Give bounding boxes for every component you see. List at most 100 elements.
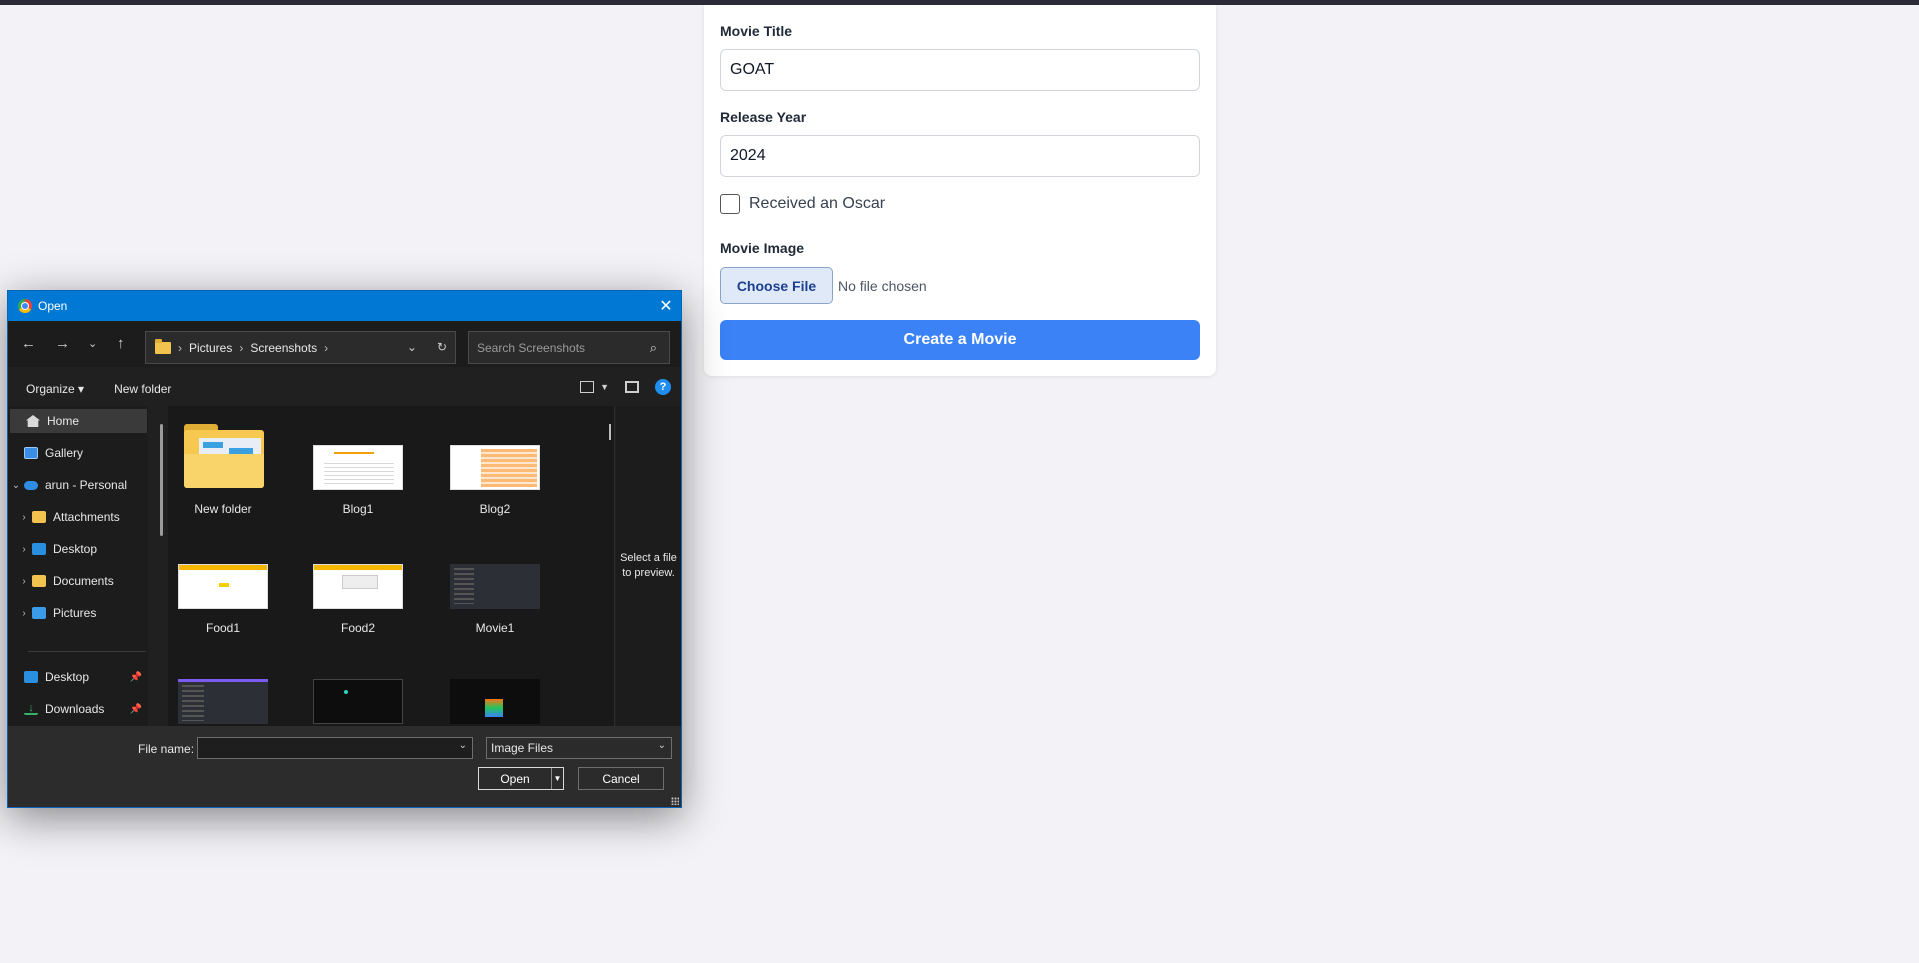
forward-icon[interactable]: → <box>55 335 70 352</box>
file-name: Food1 <box>205 621 241 635</box>
file-name-label: File name: <box>138 742 195 756</box>
movie-image-label: Movie Image <box>720 240 805 256</box>
file-name: Blog2 <box>479 502 511 516</box>
file-name: Blog1 <box>342 502 374 516</box>
open-button[interactable]: Open ▼ <box>478 767 564 790</box>
nav-item-onedrive[interactable]: ⌄ arun - Personal <box>8 473 148 497</box>
pin-icon: 📌 <box>129 671 142 683</box>
recent-dropdown-icon[interactable]: ⌄ <box>88 337 97 350</box>
breadcrumb-screenshots[interactable]: Screenshots <box>250 341 317 355</box>
file-name-input[interactable]: ⌄ <box>197 737 473 759</box>
movie-title-label: Movie Title <box>720 23 793 39</box>
choose-file-button[interactable]: Choose File <box>720 267 833 304</box>
oscar-label: Received an Oscar <box>749 195 886 212</box>
chevron-down-icon: ⌄ <box>657 740 666 751</box>
file-type-select[interactable]: Image Files ⌄ <box>486 737 672 759</box>
file-item[interactable] <box>168 679 278 724</box>
gallery-icon <box>24 447 38 459</box>
movie-title-input[interactable]: GOAT <box>720 49 1200 91</box>
preview-pane-icon[interactable] <box>625 381 639 393</box>
file-item[interactable]: Blog2 <box>440 424 550 516</box>
file-item[interactable]: Food2 <box>303 564 413 635</box>
resize-grip-icon[interactable] <box>671 797 679 805</box>
folder-icon <box>155 338 171 354</box>
nav-item-downloads[interactable]: ↓ Downloads 📌 <box>8 697 148 721</box>
chrome-icon <box>18 299 32 313</box>
open-dropdown-icon[interactable]: ▼ <box>551 768 563 789</box>
file-input: Choose File No file chosen <box>720 267 927 304</box>
close-icon[interactable]: ✕ <box>651 291 681 321</box>
file-name: New folder <box>194 502 252 516</box>
home-icon <box>26 415 40 427</box>
desktop-icon <box>32 543 46 555</box>
file-item[interactable]: New folder <box>168 424 278 516</box>
oscar-checkbox[interactable] <box>720 194 740 214</box>
nav-scrollbar[interactable] <box>160 424 163 536</box>
create-movie-button[interactable]: Create a Movie <box>720 320 1200 360</box>
image-thumbnail <box>450 445 540 490</box>
nav-item-attachments[interactable]: › Attachments <box>8 505 148 529</box>
breadcrumb-pictures[interactable]: Pictures <box>189 341 232 355</box>
address-bar[interactable]: › Pictures › Screenshots › ⌄ ↻ <box>145 331 456 364</box>
no-file-text: No file chosen <box>838 277 927 294</box>
image-thumbnail <box>313 679 403 724</box>
back-icon[interactable]: ← <box>21 335 36 352</box>
open-file-dialog: Open ✕ ← → ⌄ ↑ › Pictures › Screenshots … <box>7 290 682 808</box>
file-item[interactable]: Food1 <box>168 564 278 635</box>
search-placeholder: Search Screenshots <box>477 340 586 355</box>
command-bar: Organize ▾ New folder ▼ ? <box>8 374 681 403</box>
new-folder-button[interactable]: New folder <box>114 382 171 396</box>
desktop-icon <box>24 671 38 683</box>
chevron-down-icon[interactable]: ⌄ <box>8 480 24 491</box>
nav-item-gallery[interactable]: Gallery <box>8 441 148 465</box>
nav-divider <box>28 651 146 652</box>
dialog-title: Open <box>38 299 68 313</box>
chevron-right-icon[interactable]: › <box>16 576 32 587</box>
search-input[interactable]: Search Screenshots ⌕ <box>468 331 670 364</box>
help-icon[interactable]: ? <box>655 379 671 395</box>
dialog-titlebar[interactable]: Open ✕ <box>8 291 681 321</box>
file-name: Food2 <box>340 621 376 635</box>
preview-divider <box>614 406 615 726</box>
view-icon <box>580 381 595 393</box>
folder-icon <box>181 424 265 490</box>
image-thumbnail <box>450 564 540 609</box>
chevron-right-icon[interactable]: › <box>16 608 32 619</box>
image-thumbnail <box>450 679 540 724</box>
search-icon: ⌕ <box>649 340 657 355</box>
organize-button[interactable]: Organize ▾ <box>26 382 84 396</box>
address-dropdown-icon[interactable]: ⌄ <box>407 340 417 354</box>
file-item[interactable] <box>440 679 550 724</box>
file-item[interactable]: Blog1 <box>303 424 413 516</box>
nav-item-documents[interactable]: › Documents <box>8 569 148 593</box>
nav-item-pictures[interactable]: › Pictures <box>8 601 148 625</box>
folder-icon <box>32 511 46 523</box>
nav-item-quick-desktop[interactable]: Desktop 📌 <box>8 665 148 689</box>
download-icon: ↓ <box>24 703 38 715</box>
file-item[interactable] <box>303 679 413 724</box>
view-options-button[interactable]: ▼ <box>580 381 609 393</box>
pin-icon: 📌 <box>129 703 142 715</box>
file-item[interactable]: Movie1 <box>440 564 550 635</box>
chevron-down-icon[interactable]: ⌄ <box>459 740 467 751</box>
preview-pane: Select a file to preview. <box>616 406 681 726</box>
cloud-icon <box>24 480 38 490</box>
release-year-label: Release Year <box>720 109 807 125</box>
pictures-icon <box>32 607 46 619</box>
file-list: New folder Blog1 Blog2 Food1 Food2 Movie… <box>168 406 614 726</box>
file-name: Movie1 <box>475 621 515 635</box>
release-year-input[interactable]: 2024 <box>720 135 1200 177</box>
chevron-down-icon: ▼ <box>600 382 609 392</box>
up-icon[interactable]: ↑ <box>117 335 125 352</box>
image-thumbnail <box>178 564 268 609</box>
cancel-button[interactable]: Cancel <box>578 767 664 790</box>
navigation-pane: Home Gallery ⌄ arun - Personal › Attachm… <box>8 406 148 726</box>
nav-item-home[interactable]: Home <box>10 409 147 433</box>
image-thumbnail <box>313 564 403 609</box>
refresh-icon[interactable]: ↻ <box>437 340 447 354</box>
movie-form: Movie Title GOAT Release Year 2024 Recei… <box>704 5 1216 376</box>
file-list-scrollbar[interactable] <box>609 424 611 440</box>
chevron-right-icon[interactable]: › <box>16 512 32 523</box>
chevron-right-icon[interactable]: › <box>16 544 32 555</box>
nav-item-desktop[interactable]: › Desktop <box>8 537 148 561</box>
